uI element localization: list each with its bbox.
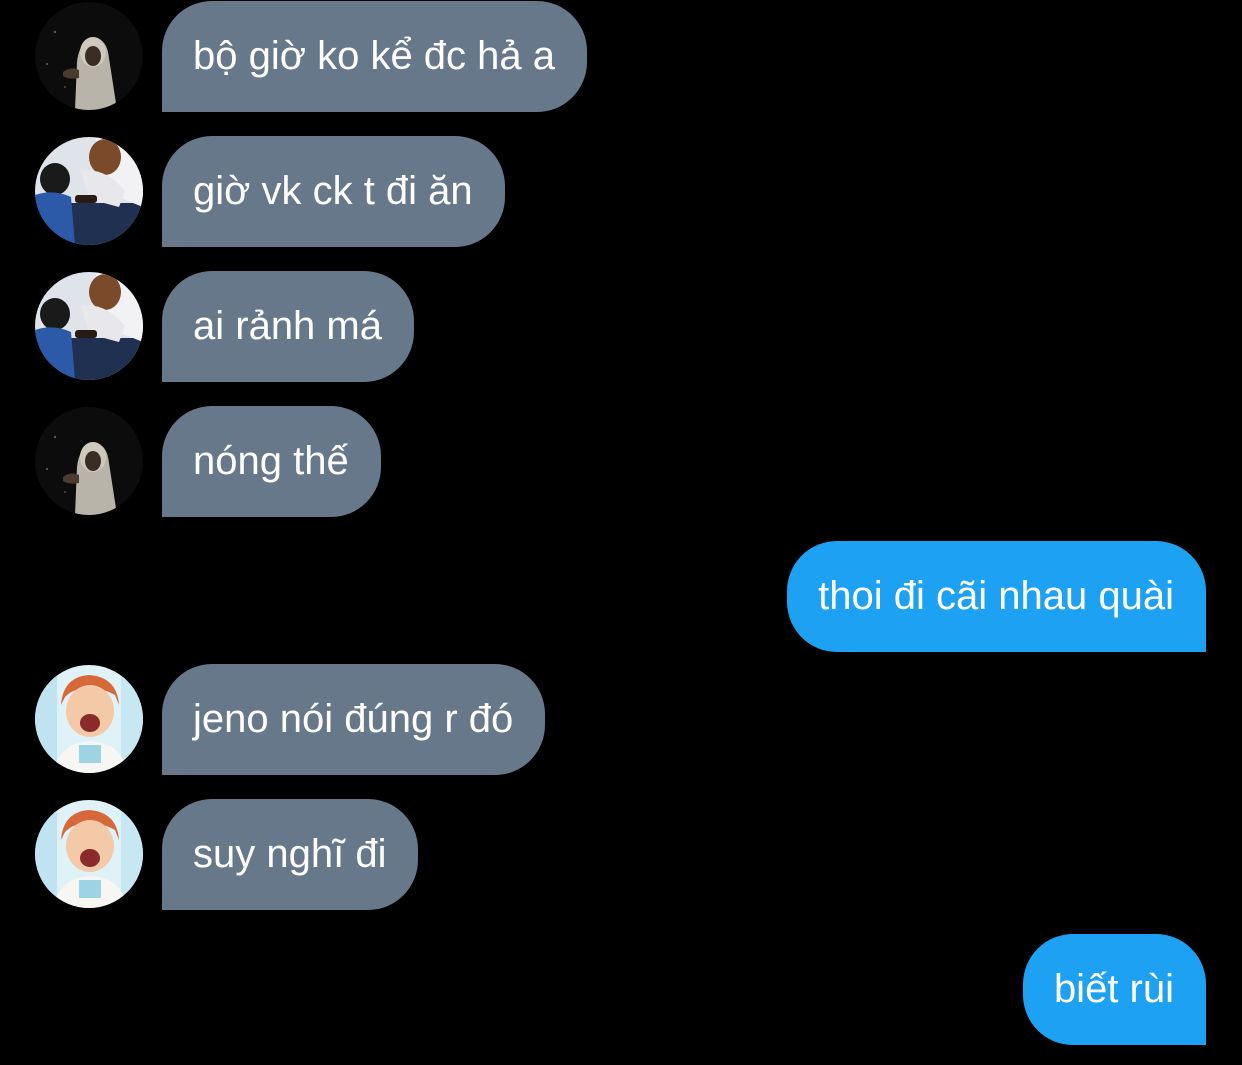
avatar-photo (35, 665, 143, 773)
avatar-photo (35, 2, 143, 110)
message-row: bộ giờ ko kể đc hả a (0, 1, 1242, 112)
message-row: jeno nói đúng r đó (0, 664, 1242, 775)
incoming-message-bubble[interactable]: giờ vk ck t đi ăn (162, 136, 505, 247)
incoming-message-bubble[interactable]: suy nghĩ đi (162, 799, 419, 910)
message-row: nóng thế (0, 406, 1242, 517)
incoming-message-bubble[interactable]: nóng thế (162, 406, 381, 517)
message-row: thoi đi cãi nhau quài (0, 541, 1242, 652)
message-row: giờ vk ck t đi ăn (0, 136, 1242, 247)
incoming-message-bubble[interactable]: bộ giờ ko kể đc hả a (162, 1, 588, 112)
message-row: suy nghĩ đi (0, 799, 1242, 910)
message-row: biết rùi (0, 934, 1242, 1045)
smiling-boy-avatar[interactable] (35, 665, 143, 773)
outgoing-message-bubble[interactable]: biết rùi (1022, 934, 1206, 1045)
hooded-user-avatar[interactable] (35, 2, 143, 110)
outgoing-message-bubble[interactable]: thoi đi cãi nhau quài (787, 541, 1206, 652)
two-people-avatar[interactable] (35, 272, 143, 380)
message-row: ai rảnh má (0, 271, 1242, 382)
two-people-avatar[interactable] (35, 137, 143, 245)
avatar-photo (35, 272, 143, 380)
incoming-message-bubble[interactable]: ai rảnh má (162, 271, 414, 382)
smiling-boy-avatar[interactable] (35, 800, 143, 908)
avatar-photo (35, 137, 143, 245)
avatar-photo (35, 407, 143, 515)
avatar-photo (35, 800, 143, 908)
hooded-user-avatar[interactable] (35, 407, 143, 515)
incoming-message-bubble[interactable]: jeno nói đúng r đó (162, 664, 546, 775)
